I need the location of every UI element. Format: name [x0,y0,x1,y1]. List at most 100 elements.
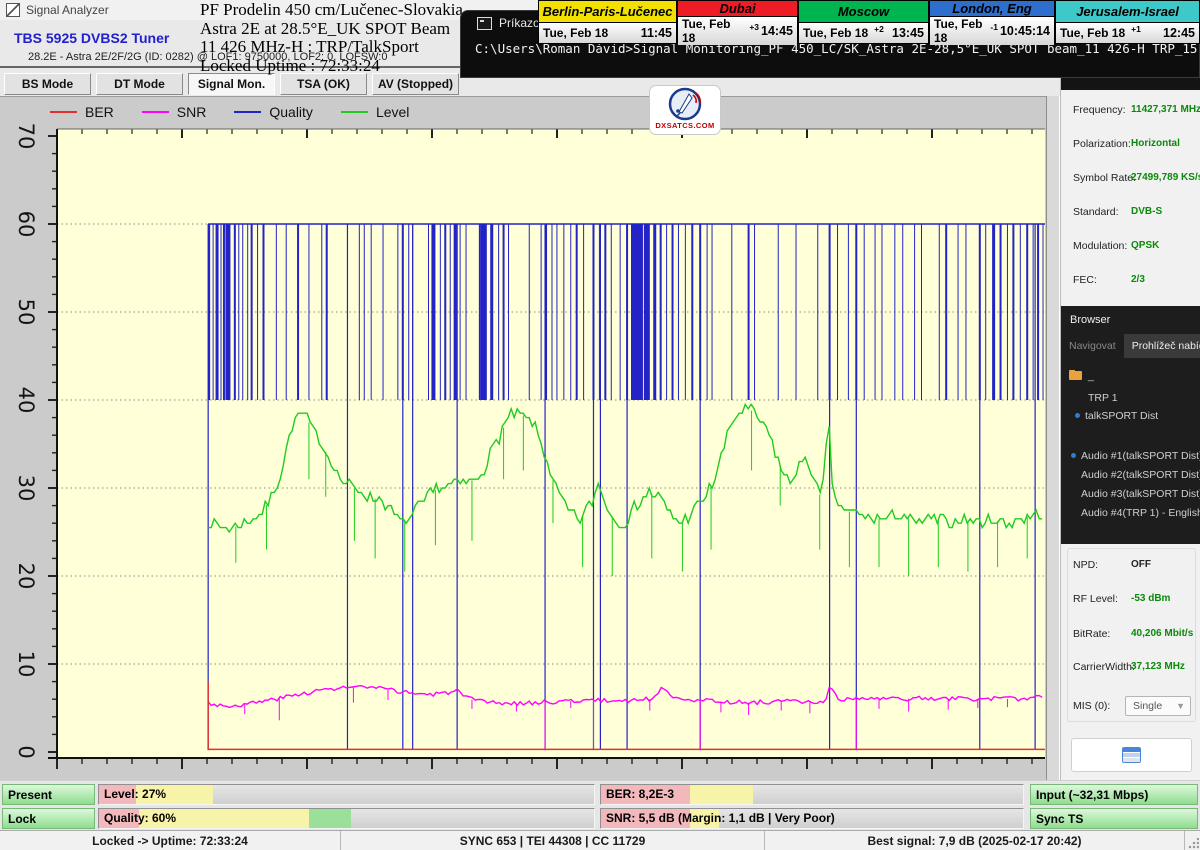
clock-panel: Dubai Tue, Feb 18 +3 14:45 [677,0,798,44]
clock-time: 13:45 [892,26,924,40]
caption-overlay: PF Prodelin 450 cm/Lučenec-Slovakia Astr… [200,1,475,75]
clock-time: 12:45 [1163,26,1195,40]
browser-tabs: Navigovat Prohlížeč nabídky N [1061,334,1200,358]
tab-menu-browser[interactable]: Prohlížeč nabídky [1124,334,1200,358]
signal-status-bars: Present Level: 27% BER: 8,2E-3 Input (~3… [0,780,1200,831]
svg-text:30: 30 [14,475,38,502]
bullet-icon [1075,413,1080,418]
sync-ts-badge: Sync TS [1030,808,1198,829]
caption-line-4: Locked Uptime : 72:33:24 [200,57,475,76]
signal-chart: 010203040506070 BER SNR Quality Level [0,96,1046,781]
caption-line-3: 11 426 MHz-H : TRP/TalkSport [200,38,475,57]
npd-label: NPD: [1073,559,1098,571]
legend-label: Quality [269,104,313,120]
rf-level-label: RF Level: [1073,593,1118,605]
svg-text:70: 70 [14,123,38,150]
tree-item-trp1[interactable]: TRP 1 [1061,392,1200,407]
rf-level-value: -53 dBm [1131,593,1170,604]
clock-city: Berlin-Paris-Lučenec [539,1,676,23]
modulation-label: Modulation: [1073,240,1127,252]
signal-chart-canvas: 010203040506070 [0,97,1046,781]
clock-panel: London, Eng Tue, Feb 18 -1 10:45:14 [929,0,1055,44]
clock-date: Tue, Feb 18 [803,26,868,40]
signal-info-panel: Frequency:11427,371 MHz Polarization:Hor… [1060,78,1200,780]
quality-progress-text: Quality: 60% [99,809,594,828]
clock-panel: Berlin-Paris-Lučenec Tue, Feb 18 11:45 [538,0,677,44]
bitrate-value: 40,206 Mbit/s [1131,628,1193,639]
frequency-value: 11427,371 MHz [1131,104,1200,115]
tab-dt-mode[interactable]: DT Mode [96,73,183,95]
svg-text:50: 50 [14,299,38,326]
clock-utc-offset: -1 [990,22,998,32]
bullet-icon [1071,453,1076,458]
caption-line-1: PF Prodelin 450 cm/Lučenec-Slovakia [200,1,475,20]
legend-item-snr: SNR [142,104,207,120]
tab-bs-mode[interactable]: BS Mode [4,73,91,95]
snr-line-swatch [142,111,169,113]
command-prompt-icon [477,17,492,30]
logo-text: DXSATCS.COM [655,121,714,130]
ber-progress-text: BER: 8,2E-3 [601,785,1023,804]
clock-date: Tue, Feb 18 [682,17,743,45]
tab-av[interactable]: AV (Stopped) [372,73,459,95]
clock-utc-offset: +3 [749,22,759,32]
legend-item-level: Level [341,104,409,120]
tree-item-audio3[interactable]: Audio #3(talkSPORT Dist) - AAC [1061,488,1200,503]
tab-signal-mon[interactable]: Signal Mon. [188,73,275,95]
ber-line-swatch [50,111,77,113]
clock-time: 11:45 [641,26,672,40]
browser-panel: Browser Navigovat Prohlížeč nabídky N _ … [1061,306,1200,544]
device-name: TBS 5925 DVBS2 Tuner [14,30,169,46]
legend-item-ber: BER [50,104,114,120]
vertical-splitter[interactable] [1046,96,1060,780]
world-clocks-bar: Berlin-Paris-Lučenec Tue, Feb 18 11:45 D… [538,0,1200,44]
transport-stream-button[interactable] [1071,738,1192,772]
svg-text:60: 60 [14,211,38,238]
mode-tabs: BS Mode DT Mode Signal Mon. TSA (OK) AV … [4,73,459,95]
fec-value: 2/3 [1131,274,1145,285]
legend-label: SNR [177,104,207,120]
fec-label: FEC: [1073,274,1097,286]
carrier-width-value: 37,123 MHz [1131,661,1185,672]
polarization-label: Polarization: [1073,138,1131,150]
lock-badge: Lock [2,808,95,829]
input-badge: Input (~32,31 Mbps) [1030,784,1198,805]
satellite-dish-icon [665,86,705,122]
bitrate-label: BitRate: [1073,628,1110,640]
npd-value: OFF [1131,559,1151,570]
clock-time: 10:45:14 [1000,24,1050,38]
level-progress-text: Level: 27% [99,785,594,804]
clock-city: Jerusalem-Israel [1056,1,1199,23]
standard-label: Standard: [1073,206,1119,218]
tree-item-audio4[interactable]: Audio #4(TRP 1) - English, AAC( [1061,507,1200,522]
level-progress-bar: Level: 27% [98,784,595,805]
legend-label: Level [376,104,409,120]
tree-item-audio2[interactable]: Audio #2(talkSPORT Dist) - AAC [1061,469,1200,484]
tab-navigate[interactable]: Navigovat [1061,334,1124,358]
standard-value: DVB-S [1131,206,1162,217]
level-line-swatch [341,111,368,113]
clock-date: Tue, Feb 18 [934,17,984,45]
polarization-value: Horizontal [1131,138,1180,149]
mis-label: MIS (0): [1073,700,1110,712]
resize-grip-icon[interactable] [1187,838,1199,850]
chevron-down-icon: ▼ [1176,701,1185,711]
tree-item-talksport[interactable]: talkSPORT Dist [1061,410,1200,425]
svg-text:0: 0 [14,745,38,758]
mis-value: Single [1133,700,1162,712]
quality-line-swatch [234,111,261,113]
ber-progress-bar: BER: 8,2E-3 [600,784,1024,805]
clock-time: 14:45 [761,24,793,38]
dxsatcs-logo: DXSATCS.COM [649,85,721,135]
tab-tsa[interactable]: TSA (OK) [280,73,367,95]
statusbar: Locked -> Uptime: 72:33:24 SYNC 653 | TE… [0,830,1200,850]
tree-item-root[interactable]: _ [1061,370,1200,385]
chart-legend: BER SNR Quality Level [50,104,409,120]
svg-text:20: 20 [14,563,38,590]
mis-select[interactable]: Single ▼ [1125,696,1191,716]
snr-progress-text: SNR: 5,5 dB (Margin: 1,1 dB | Very Poor) [601,809,1023,828]
tree-item-audio1[interactable]: Audio #1(talkSPORT Dist) - AAC [1061,450,1200,465]
status-uptime: Locked -> Uptime: 72:33:24 [0,831,341,850]
modulation-value: QPSK [1131,240,1159,251]
clock-date: Tue, Feb 18 [1060,26,1125,40]
